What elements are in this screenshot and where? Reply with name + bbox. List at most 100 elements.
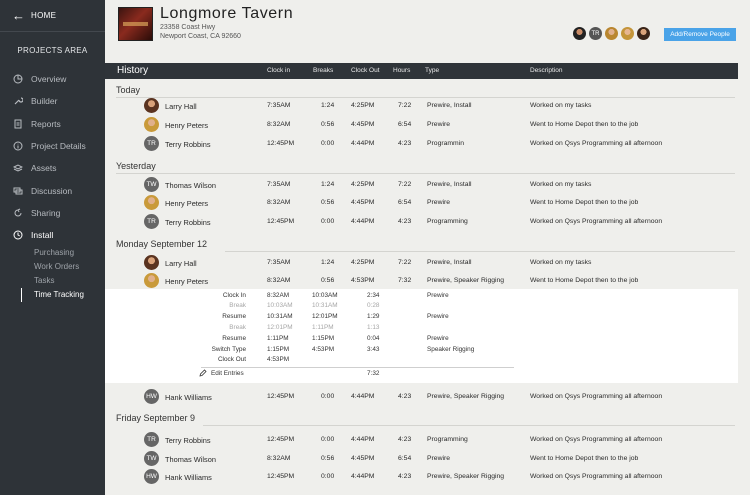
layers-icon: [12, 163, 23, 174]
pie-chart-icon: [12, 74, 23, 85]
detail-start: 1:11PM: [267, 335, 289, 342]
row-clock-out: 4:45PM: [351, 199, 375, 206]
subitem-tasks[interactable]: Tasks: [34, 274, 105, 288]
sidebar-item-builder[interactable]: Builder: [0, 90, 105, 112]
table-row[interactable]: Henry Peters 8:32AM 0:56 4:45PM 6:54 Pre…: [105, 116, 738, 134]
section-divider: [225, 251, 735, 252]
avatar[interactable]: TR: [589, 27, 602, 40]
pencil-icon: [199, 369, 207, 377]
people-avatars: TR: [573, 27, 650, 40]
scrollbar-track[interactable]: [738, 63, 750, 495]
row-clock-in: 12:45PM: [267, 140, 295, 147]
row-hours: 4:23: [398, 473, 412, 480]
row-description: Worked on Qsys Programming all afternoon: [530, 140, 663, 147]
avatar[interactable]: [573, 27, 586, 40]
row-clock-out: 4:45PM: [351, 455, 375, 462]
table-row[interactable]: TW Thomas Wilson 8:32AM 0:56 4:45PM 6:54…: [105, 450, 738, 468]
row-clock-out: 4:44PM: [351, 140, 375, 147]
share-icon: [12, 207, 23, 218]
history-list: Today Larry Hall 7:35AM 1:24 4:25PM 7:22…: [105, 79, 738, 495]
table-row[interactable]: HW Hank Williams 12:45PM 0:00 4:44PM 4:2…: [105, 388, 738, 406]
table-row[interactable]: TR Terry Robbins 12:45PM 0:00 4:44PM 4:2…: [105, 135, 738, 153]
detail-duration: 1:29: [367, 313, 380, 320]
detail-label: Break: [229, 302, 246, 309]
address-line1: 23358 Coast Hwy: [160, 24, 216, 31]
home-label: HOME: [31, 11, 57, 20]
sidebar-item-label: Sharing: [31, 207, 61, 218]
row-clock-in: 7:35AM: [267, 102, 291, 109]
column-clock-out[interactable]: Clock Out: [351, 67, 380, 74]
detail-duration: 2:34: [367, 292, 380, 299]
column-description[interactable]: Description: [530, 67, 563, 74]
clock-icon: [12, 230, 23, 241]
row-clock-out: 4:25PM: [351, 259, 375, 266]
avatar: TR: [144, 136, 159, 151]
row-hours: 7:32: [398, 277, 412, 284]
section-heading: Today: [116, 85, 141, 95]
edit-entries-button[interactable]: Edit Entries: [199, 369, 244, 377]
chat-icon: [12, 185, 23, 196]
row-type: Programming: [427, 218, 468, 225]
detail-row: Break 10:03AM 10:31AM 0:28: [105, 301, 738, 312]
row-type: Programmin: [427, 140, 465, 147]
column-hours[interactable]: Hours: [393, 67, 410, 74]
sidebar-item-project-details[interactable]: Project Details: [0, 135, 105, 157]
sidebar: ← HOME PROJECTS AREA Overview Builder Re…: [0, 0, 105, 495]
avatar[interactable]: [621, 27, 634, 40]
sidebar-item-sharing[interactable]: Sharing: [0, 202, 105, 224]
sidebar-item-assets[interactable]: Assets: [0, 157, 105, 179]
row-clock-out: 4:25PM: [351, 181, 375, 188]
table-row[interactable]: Larry Hall 7:35AM 1:24 4:25PM 7:22 Prewi…: [105, 254, 738, 272]
history-title: History: [117, 65, 149, 76]
row-hours: 4:23: [398, 393, 412, 400]
table-row[interactable]: Henry Peters 8:32AM 0:56 4:53PM 7:32 Pre…: [105, 272, 738, 290]
sidebar-item-discussion[interactable]: Discussion: [0, 179, 105, 201]
row-breaks: 1:24: [321, 181, 335, 188]
sidebar-item-reports[interactable]: Reports: [0, 113, 105, 135]
detail-label: Clock In: [222, 292, 246, 299]
section-divider: [116, 173, 735, 174]
row-breaks: 0:56: [321, 277, 335, 284]
column-clock-in[interactable]: Clock in: [267, 67, 290, 74]
home-link[interactable]: ← HOME: [0, 0, 105, 32]
add-remove-people-button[interactable]: Add/Remove People: [664, 28, 736, 41]
column-breaks[interactable]: Breaks: [313, 67, 333, 74]
table-row[interactable]: TR Terry Robbins 12:45PM 0:00 4:44PM 4:2…: [105, 213, 738, 231]
avatar: TW: [144, 177, 159, 192]
row-name: Terry Robbins: [165, 436, 211, 445]
avatar[interactable]: [605, 27, 618, 40]
subitem-work-orders[interactable]: Work Orders: [34, 260, 105, 274]
sidebar-item-overview[interactable]: Overview: [0, 68, 105, 90]
row-description: Worked on Qsys Programming all afternoon: [530, 218, 663, 225]
detail-start: 10:03AM: [267, 302, 293, 309]
row-name: Terry Robbins: [165, 218, 211, 227]
row-description: Worked on my tasks: [530, 259, 592, 266]
row-type: Prewire, Speaker Rigging: [427, 393, 505, 400]
detail-label: Switch Type: [211, 346, 246, 353]
row-clock-in: 7:35AM: [267, 259, 291, 266]
subitem-time-tracking[interactable]: Time Tracking: [21, 288, 105, 303]
column-type[interactable]: Type: [425, 67, 439, 74]
row-type: Prewire: [427, 199, 451, 206]
table-row[interactable]: TR Terry Robbins 12:45PM 0:00 4:44PM 4:2…: [105, 431, 738, 449]
table-row[interactable]: Larry Hall 7:35AM 1:24 4:25PM 7:22 Prewi…: [105, 97, 738, 115]
table-row[interactable]: HW Hank Williams 12:45PM 0:00 4:44PM 4:2…: [105, 468, 738, 486]
install-submenu: Purchasing Work Orders Tasks Time Tracki…: [0, 246, 105, 303]
sidebar-item-label: Overview: [31, 74, 67, 85]
avatar[interactable]: [637, 27, 650, 40]
row-breaks: 0:00: [321, 393, 335, 400]
row-name: Larry Hall: [165, 102, 197, 111]
row-type: Prewire: [427, 455, 451, 462]
subitem-purchasing[interactable]: Purchasing: [34, 246, 105, 260]
row-breaks: 0:00: [321, 473, 335, 480]
table-row[interactable]: TW Thomas Wilson 7:35AM 1:24 4:25PM 7:22…: [105, 176, 738, 194]
sidebar-item-install[interactable]: Install: [0, 224, 105, 246]
sidebar-item-label: Discussion: [31, 185, 73, 196]
row-clock-out: 4:44PM: [351, 218, 375, 225]
detail-label: Resume: [222, 313, 246, 320]
detail-row: Break 12:01PM 1:11PM 1:13: [105, 323, 738, 334]
detail-duration: 0:28: [367, 302, 380, 309]
detail-divider: [201, 367, 514, 368]
sidebar-item-label: Builder: [31, 96, 58, 107]
table-row[interactable]: Henry Peters 8:32AM 0:56 4:45PM 6:54 Pre…: [105, 194, 738, 212]
